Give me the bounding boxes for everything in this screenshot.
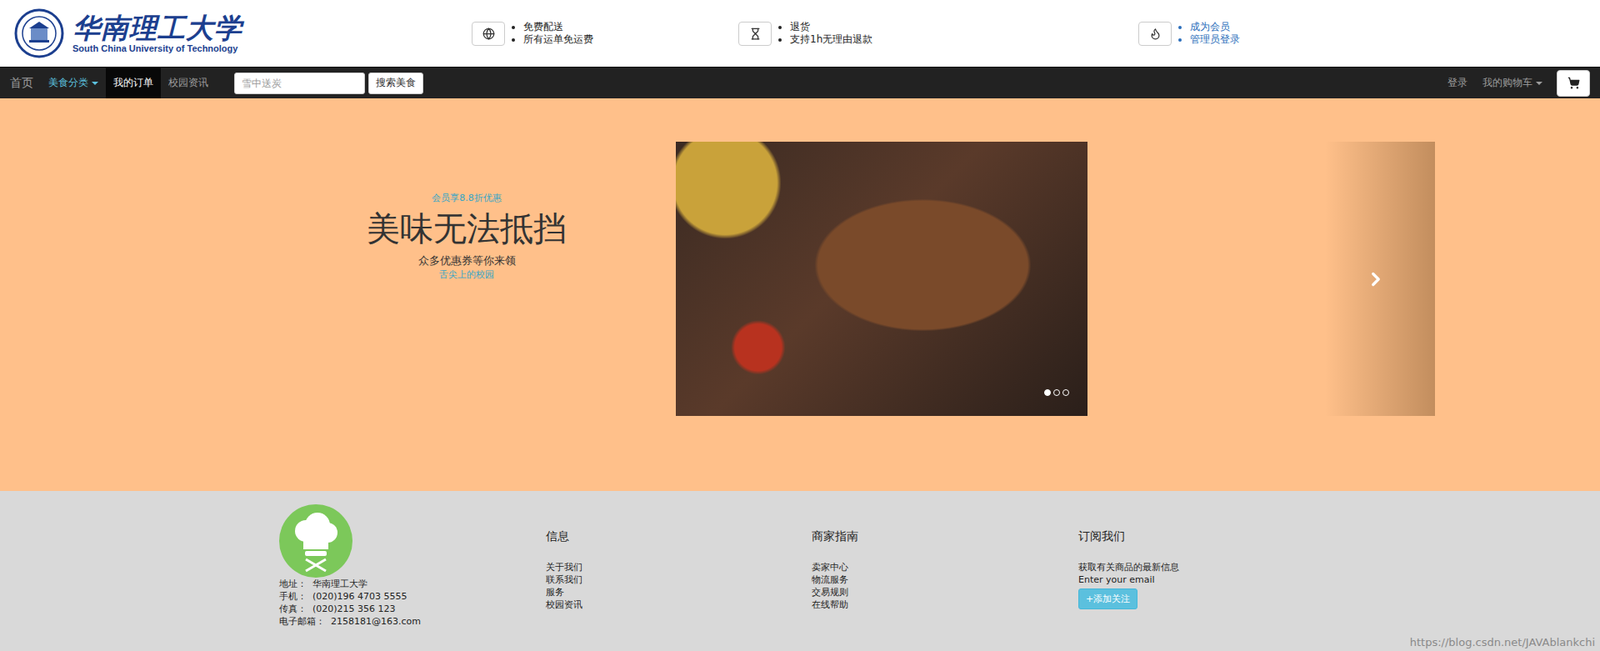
caret-icon [1535,81,1543,85]
feature-text: 免费配送 [523,20,594,34]
nav-item[interactable]: 校园资讯 [160,67,216,99]
footer-column-title: 订阅我们 [1078,529,1600,545]
contact-line: 手机： (020)196 4703 5555 [279,590,546,603]
footer-column: 商家指南卖家中心物流服务交易规则在线帮助 [811,504,1079,651]
cart-button[interactable] [1556,70,1590,97]
feature-link[interactable]: 成为会员 [1190,20,1240,34]
carousel-dot[interactable] [1053,389,1060,396]
food-photo [675,141,1088,416]
feature-link[interactable]: 管理员登录 [1190,33,1240,46]
feature-block: 免费配送所有运单免运费 [471,20,739,46]
email-field[interactable]: Enter your email [1078,573,1600,586]
chef-hat-icon [279,504,353,578]
feature-text: 支持1h无理由退款 [790,33,873,46]
feature-list: 退货支持1h无理由退款 [778,20,873,46]
feature-list: 成为会员管理员登录 [1178,20,1240,46]
subscribe-button[interactable]: +添加关注 [1078,588,1138,610]
hourglass-icon [738,21,772,46]
carousel-dot[interactable] [1044,389,1051,396]
footer-link[interactable]: 校园资讯 [545,598,812,611]
fire-icon [1138,21,1172,46]
contact-line: 地址： 华南理工大学 [279,577,546,590]
footer-spacer [0,504,280,651]
footer-link[interactable]: 卖家中心 [811,560,1079,574]
nav-item[interactable]: 我的购物车 [1475,67,1550,99]
caret-icon [91,81,99,85]
feature-text: 退货 [790,20,873,34]
footer-link[interactable]: 服务 [545,585,812,599]
footer-link[interactable]: 物流服务 [811,573,1079,586]
footer-column-title: 信息 [545,529,812,545]
carousel-dot[interactable] [1062,389,1070,396]
chevron-right-icon [1365,268,1387,290]
logo-chinese: 华南理工大学 [72,13,243,44]
contact-line: 电子邮箱： 2158181@163.com [279,615,546,628]
feature-block: 成为会员管理员登录 [1138,20,1600,46]
feature-text: 所有运单免运费 [523,33,594,46]
hero-badge: 会员享8.8折优惠 [431,191,502,205]
feature-block: 退货支持1h无理由退款 [738,20,1139,46]
hero-carousel: 会员享8.8折优惠美味无法抵挡众多优惠券等你来领舌尖上的校园 [0,98,1600,491]
footer-link[interactable]: 交易规则 [811,585,1079,599]
hero-title: 美味无法抵挡 [366,208,567,249]
footer-link[interactable]: 联系我们 [545,573,812,586]
nav-item[interactable]: 美食分类 [40,67,106,99]
globe-icon [471,21,505,46]
navbar: 首页美食分类我的订单校园资讯 搜索美食 登录我的购物车 [0,66,1600,99]
site-header: 华南理工大学South China University of Technolo… [0,0,1600,67]
carousel-indicators [1044,389,1070,396]
feature-list: 免费配送所有运单免运费 [511,20,594,46]
contact-line: 传真： (020)215 356 123 [279,602,546,615]
university-logo[interactable]: 华南理工大学South China University of Technolo… [14,8,472,59]
footer-contact: 地址： 华南理工大学手机： (020)196 4703 5555传真： (020… [279,504,546,651]
nav-item[interactable]: 首页 [2,67,41,99]
search-button[interactable]: 搜索美食 [368,72,424,95]
search-form: 搜索美食 [234,72,424,95]
footer-link[interactable]: 关于我们 [545,560,812,574]
subscribe-column: 订阅我们获取有关商品的最新信息Enter your email +添加关注 [1078,504,1600,651]
hero-caption: 会员享8.8折优惠美味无法抵挡众多优惠券等你来领舌尖上的校园 [300,141,634,282]
cart-icon [1567,76,1580,90]
footer-column-title: 商家指南 [811,529,1079,545]
subscribe-text: 获取有关商品的最新信息 [1078,560,1600,574]
logo-text: 华南理工大学South China University of Technolo… [72,13,243,54]
logo-english: South China University of Technology [72,43,243,54]
watermark: https://blog.csdn.net/JAVAblankchi [1410,635,1595,649]
page: 华南理工大学South China University of Technolo… [0,0,1600,651]
footer-link[interactable]: 在线帮助 [811,598,1079,611]
nav-item[interactable]: 我的订单 [105,67,161,99]
nav-item[interactable]: 登录 [1440,67,1475,99]
hero-subtitle: 众多优惠券等你来领 [418,253,516,269]
carousel-next[interactable] [1325,141,1435,416]
site-footer: 地址： 华南理工大学手机： (020)196 4703 5555传真： (020… [0,490,1600,651]
footer-column: 信息关于我们联系我们服务校园资讯 [545,504,812,651]
emblem-icon [14,8,65,59]
hero-link[interactable]: 舌尖上的校园 [439,268,495,282]
search-input[interactable] [234,72,365,95]
